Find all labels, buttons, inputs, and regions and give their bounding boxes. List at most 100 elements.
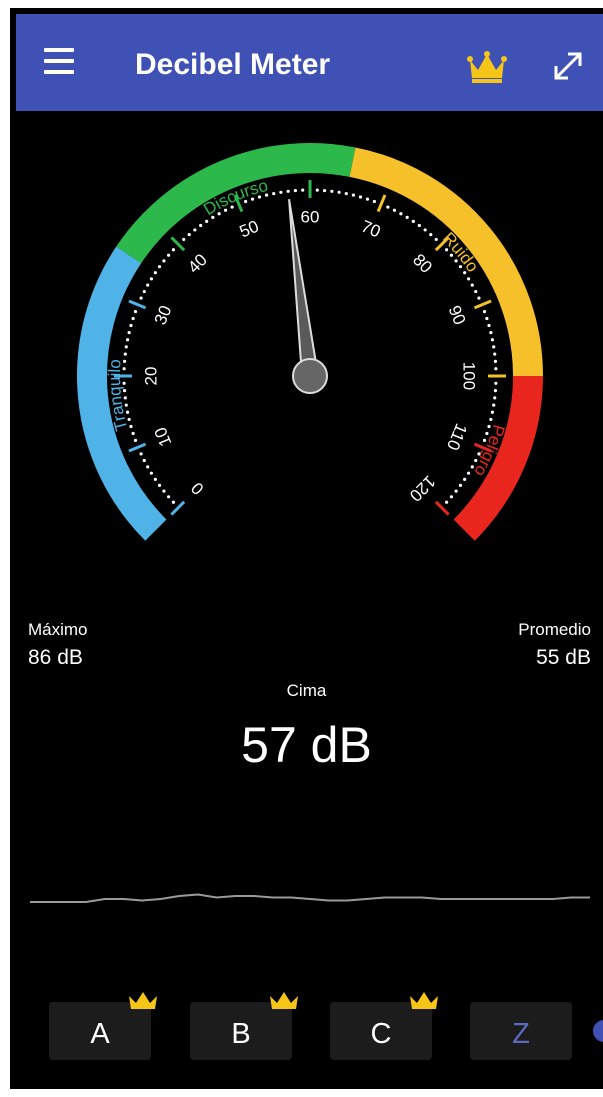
- gauge-tick-label: 0: [187, 478, 207, 498]
- gauge-minor-tick: [449, 253, 454, 257]
- gauge-minor-tick: [358, 195, 363, 199]
- gauge-minor-tick: [133, 438, 138, 442]
- gauge-tick-label: 50: [237, 217, 262, 242]
- gauge-tick-label: 90: [445, 303, 470, 328]
- gauge-minor-tick: [489, 330, 493, 335]
- weighting-button-c[interactable]: C: [330, 992, 438, 1060]
- gauge-minor-tick: [487, 424, 491, 429]
- gauge-needle-hub: [292, 358, 328, 394]
- weighting-button-b[interactable]: B: [190, 992, 298, 1060]
- crown-icon[interactable]: [466, 50, 508, 84]
- gauge-minor-tick: [365, 197, 370, 201]
- gauge-minor-tick: [444, 500, 449, 504]
- app-bar: Decibel Meter: [16, 14, 603, 111]
- gauge-minor-tick: [330, 189, 334, 193]
- gauge-minor-tick: [492, 403, 496, 407]
- gauge-minor-tick: [127, 330, 131, 335]
- gauge-tick-label: 30: [151, 303, 176, 328]
- max-value: 86 dB: [28, 646, 83, 669]
- weighting-button-a[interactable]: A: [49, 992, 157, 1060]
- gauge-minor-tick: [344, 191, 348, 196]
- gauge-minor-tick: [490, 338, 495, 342]
- history-line: [30, 893, 590, 903]
- crown-icon: [410, 992, 438, 1009]
- history-waveform: [30, 893, 590, 903]
- gauge-minor-tick: [429, 232, 433, 237]
- average-stat: Promedio 55 dB: [518, 620, 591, 670]
- gauge-minor-tick: [489, 417, 493, 422]
- gauge-minor-tick: [492, 345, 496, 349]
- gauge-tick-label: 60: [301, 207, 320, 226]
- hamburger-menu-icon[interactable]: [44, 48, 80, 76]
- gauge-major-tick: [473, 299, 492, 310]
- gauge-minor-tick: [372, 199, 376, 204]
- gauge-tick-label: 20: [141, 367, 160, 386]
- gauge-minor-tick: [146, 283, 150, 287]
- gauge-minor-tick: [392, 208, 397, 212]
- gauge-minor-tick: [423, 228, 427, 232]
- gauge-minor-tick: [123, 352, 127, 356]
- gauge-minor-tick: [125, 410, 130, 414]
- gauge-minor-tick: [146, 465, 150, 469]
- gauge-minor-tick: [449, 495, 454, 499]
- weighting-button-label: C: [370, 1018, 392, 1050]
- gauge-minor-tick: [171, 248, 176, 252]
- gauge-minor-tick: [458, 483, 463, 487]
- crown-icon: [129, 992, 157, 1009]
- gauge-minor-tick: [149, 471, 154, 475]
- gauge-minor-tick: [487, 323, 491, 328]
- gauge-minor-tick: [399, 212, 403, 216]
- gauge-minor-tick: [162, 259, 166, 263]
- max-stat: Máximo 86 dB: [28, 620, 88, 670]
- gauge-minor-tick: [470, 283, 474, 287]
- max-label: Máximo: [28, 620, 88, 639]
- gauge-minor-tick: [477, 452, 481, 456]
- gauge-minor-tick: [187, 232, 191, 237]
- gauge-minor-tick: [133, 310, 138, 314]
- gauge-minor-tick: [166, 253, 171, 257]
- gauge-minor-tick: [463, 477, 467, 481]
- gauge-minor-tick: [199, 223, 203, 228]
- gauge-minor-tick: [322, 188, 327, 193]
- gauge-minor-tick: [493, 388, 498, 393]
- gauge-minor-tick: [211, 215, 215, 220]
- gauge-minor-tick: [131, 431, 135, 436]
- gauge-minor-tick: [162, 489, 166, 493]
- gauge-minor-tick: [463, 271, 467, 275]
- gauge-minor-tick: [417, 223, 421, 228]
- gauge-minor-tick: [474, 458, 478, 463]
- gauge-tick-label: 110: [443, 421, 471, 453]
- gauge-minor-tick: [337, 190, 341, 194]
- gauge-minor-tick: [139, 452, 143, 456]
- gauge-tick-label: 70: [358, 217, 383, 242]
- scroll-indicator-dot[interactable]: [593, 1020, 603, 1042]
- gauge-tick-label: 40: [184, 250, 211, 277]
- gauge-minor-tick: [193, 228, 197, 232]
- gauge-minor-tick: [411, 219, 415, 223]
- gauge-minor-tick: [257, 195, 262, 199]
- weighting-button-z[interactable]: Z: [470, 1002, 572, 1060]
- gauge-minor-tick: [139, 296, 143, 300]
- gauge-minor-tick: [127, 417, 131, 422]
- expand-icon[interactable]: [550, 48, 586, 84]
- gauge-minor-tick: [293, 188, 298, 193]
- gauge-minor-tick: [123, 396, 127, 400]
- gauge-major-tick: [128, 442, 147, 453]
- gauge-minor-tick: [272, 191, 276, 196]
- gauge-minor-tick: [454, 259, 458, 263]
- gauge-minor-tick: [351, 193, 356, 197]
- gauge-minor-tick: [493, 359, 498, 364]
- gauge-minor-tick: [494, 381, 498, 385]
- gauge-major-tick: [376, 194, 387, 213]
- gauge-minor-tick: [434, 237, 438, 242]
- gauge-tick-label: 10: [151, 424, 176, 449]
- average-value: 55 dB: [536, 646, 591, 669]
- weighting-button-label: Z: [512, 1018, 530, 1050]
- gauge-minor-tick: [405, 215, 409, 220]
- gauge-minor-tick: [490, 410, 495, 414]
- gauge-minor-tick: [217, 212, 221, 216]
- gauge-minor-tick: [466, 277, 471, 281]
- gauge-minor-tick: [279, 190, 283, 194]
- gauge-minor-tick: [444, 248, 449, 252]
- gauge-minor-tick: [482, 438, 487, 442]
